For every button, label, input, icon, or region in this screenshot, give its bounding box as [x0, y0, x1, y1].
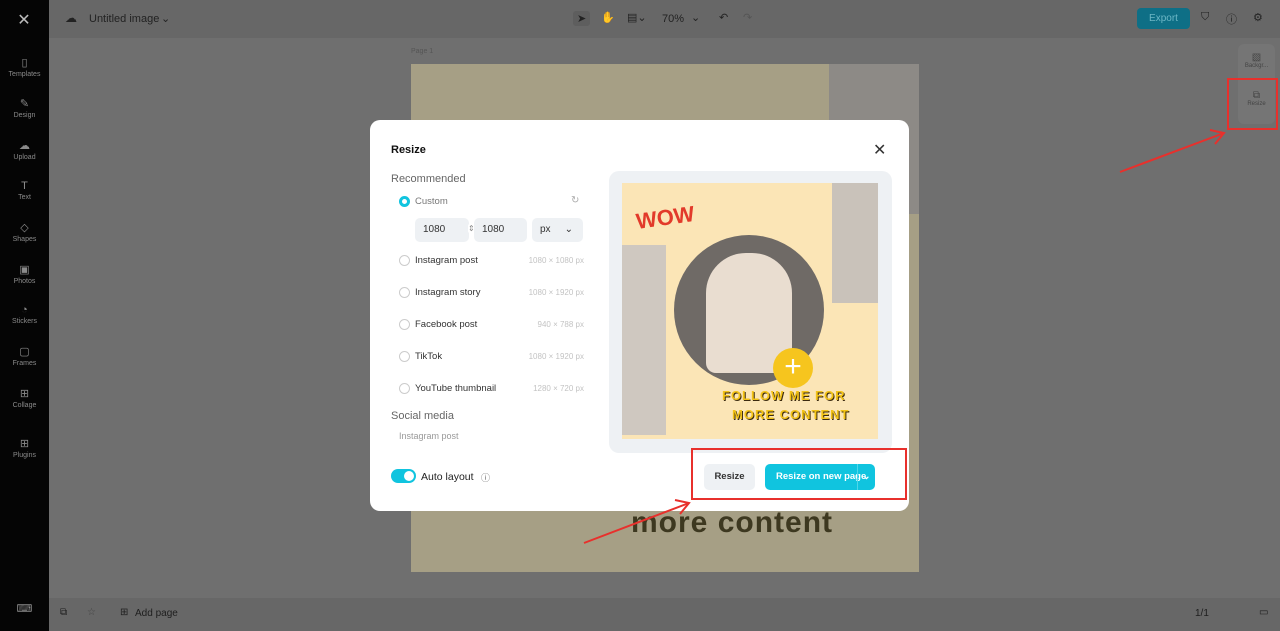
- frames-icon: ▢: [19, 346, 30, 358]
- sidebar-item-templates[interactable]: ▯ Templates: [0, 56, 49, 78]
- capcut-logo-icon[interactable]: ✕: [14, 10, 34, 29]
- background-icon: ▧: [1251, 52, 1262, 63]
- redo-icon[interactable]: ↷: [743, 11, 752, 24]
- chevron-down-icon[interactable]: ⌄: [161, 12, 170, 25]
- reset-icon[interactable]: ↻: [571, 195, 579, 206]
- stickers-icon: ◔: [21, 304, 28, 316]
- option-label[interactable]: Facebook post: [415, 319, 477, 330]
- unit-select[interactable]: px ⌄: [532, 218, 583, 242]
- canvas-text: more content: [631, 506, 834, 539]
- highlight-box: [1227, 78, 1278, 130]
- sidebar-item-stickers[interactable]: ◔ Stickers: [0, 304, 49, 325]
- sidebar-item-collage[interactable]: ⊞ Collage: [0, 387, 49, 409]
- radio-tiktok[interactable]: [399, 351, 410, 362]
- radio-instagram-story[interactable]: [399, 287, 410, 298]
- document-title[interactable]: Untitled image: [89, 13, 159, 25]
- close-icon[interactable]: ✕: [873, 140, 886, 160]
- help-icon[interactable]: ⓘ: [1226, 11, 1237, 27]
- photos-icon: ▣: [19, 264, 30, 276]
- height-input[interactable]: 1080: [474, 218, 527, 242]
- sidebar-item-design[interactable]: ✎ Design: [0, 97, 49, 119]
- arrow-to-resize-panel: [1119, 132, 1225, 173]
- option-size: 1080 × 1080 px: [528, 256, 584, 265]
- radio-facebook-post[interactable]: [399, 319, 410, 330]
- auto-layout-toggle[interactable]: [391, 469, 416, 483]
- option-label[interactable]: Instagram story: [415, 287, 480, 298]
- layout-icon[interactable]: ▤⌄: [627, 11, 647, 24]
- sidebar-item-plugins[interactable]: ⊞ Plugins: [0, 437, 49, 459]
- templates-icon: ▯: [21, 57, 28, 69]
- radio-youtube-thumbnail[interactable]: [399, 383, 410, 394]
- zoom-level[interactable]: 70%: [662, 13, 684, 25]
- hand-tool-icon[interactable]: ✋: [601, 11, 615, 24]
- option-label[interactable]: Instagram post: [415, 255, 478, 266]
- sidebar-item-upload[interactable]: ☁ Upload: [0, 139, 49, 161]
- top-bar: ☁ Untitled image ⌄ ➤ ✋ ▤⌄ 70% ⌄ ↶ ↷ ⛉ ⓘ …: [49, 0, 1280, 38]
- radio-custom[interactable]: [399, 196, 410, 207]
- width-input[interactable]: 1080: [415, 218, 469, 242]
- layers-icon[interactable]: ⧉: [60, 607, 67, 618]
- page-label: Page 1: [411, 48, 434, 55]
- keyboard-icon[interactable]: ⌨: [0, 602, 49, 617]
- sidebar-item-frames[interactable]: ▢ Frames: [0, 345, 49, 367]
- option-size: 940 × 788 px: [537, 320, 584, 329]
- add-page-button[interactable]: Add page: [135, 608, 178, 619]
- sidebar-item-photos[interactable]: ▣ Photos: [0, 263, 49, 285]
- design-icon: ✎: [19, 98, 30, 110]
- upload-icon: ☁: [19, 140, 30, 152]
- custom-label: Custom: [415, 196, 448, 207]
- cloud-icon[interactable]: ☁: [65, 11, 77, 25]
- option-label[interactable]: TikTok: [415, 351, 442, 362]
- collage-icon: ⊞: [19, 388, 30, 400]
- select-tool-icon[interactable]: ➤: [573, 11, 591, 26]
- social-item[interactable]: Instagram post: [399, 431, 459, 441]
- undo-icon[interactable]: ↶: [719, 11, 728, 24]
- social-media-heading: Social media: [391, 410, 454, 422]
- option-size: 1080 × 1920 px: [528, 288, 584, 297]
- option-size: 1280 × 720 px: [533, 384, 584, 393]
- add-page-icon[interactable]: ⊞: [120, 607, 128, 618]
- preview-image: WOW + FOLLOW ME FOR MORE CONTENT: [622, 183, 878, 439]
- sidebar-item-text[interactable]: T Text: [0, 180, 49, 201]
- auto-layout-label: Auto layout: [421, 471, 474, 483]
- left-sidebar: ✕ ▯ Templates ✎ Design ☁ Upload T Text ◇ Shap…: [0, 0, 49, 631]
- settings-icon[interactable]: ⚙: [1253, 11, 1263, 24]
- briefcase-icon[interactable]: ▭: [1259, 607, 1268, 618]
- bottom-bar: ⧉ ☆ ⊞ Add page 1/1 ▭: [49, 598, 1280, 631]
- star-icon[interactable]: ☆: [87, 607, 96, 618]
- preview-panel: WOW + FOLLOW ME FOR MORE CONTENT: [609, 171, 892, 453]
- info-icon[interactable]: ⓘ: [481, 471, 490, 484]
- highlight-box: [691, 448, 907, 500]
- export-button[interactable]: Export: [1137, 8, 1190, 29]
- chevron-down-icon: ⌄: [564, 224, 573, 235]
- recommended-heading: Recommended: [391, 173, 466, 185]
- sidebar-item-shapes[interactable]: ◇ Shapes: [0, 221, 49, 243]
- zoom-chevron-icon[interactable]: ⌄: [691, 11, 700, 24]
- plugins-icon: ⊞: [19, 438, 30, 450]
- text-icon: T: [21, 180, 28, 192]
- shield-icon[interactable]: ⛉: [1201, 11, 1209, 24]
- option-size: 1080 × 1920 px: [528, 352, 584, 361]
- background-button[interactable]: ▧ Backgr...: [1238, 52, 1275, 69]
- radio-instagram-post[interactable]: [399, 255, 410, 266]
- option-label[interactable]: YouTube thumbnail: [415, 383, 496, 394]
- shapes-icon: ◇: [20, 222, 29, 234]
- page-count: 1/1: [1195, 608, 1209, 619]
- dialog-title: Resize: [391, 144, 426, 156]
